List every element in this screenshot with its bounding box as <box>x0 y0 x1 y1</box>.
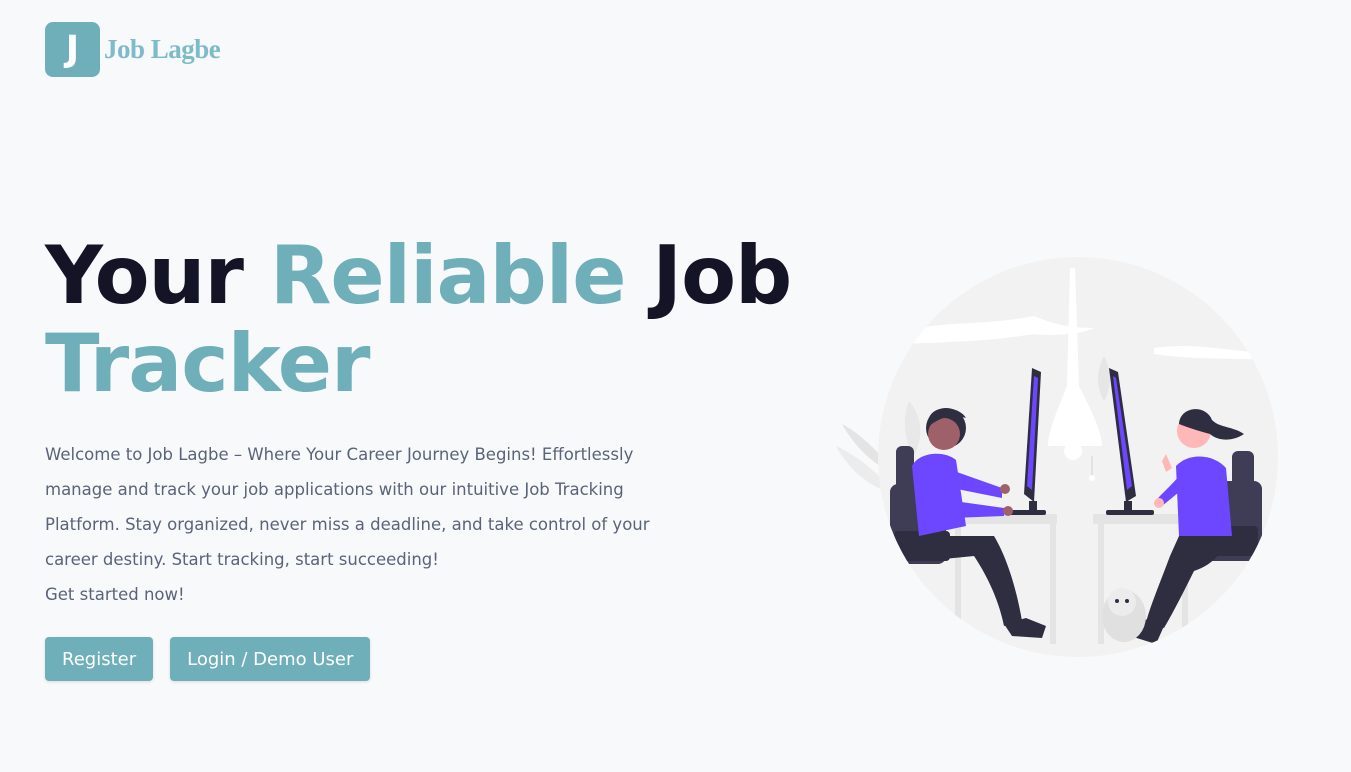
hero-intro: Welcome to Job Lagbe – Where Your Career… <box>45 437 675 612</box>
hero-description: Welcome to Job Lagbe – Where Your Career… <box>45 445 650 569</box>
hero-headline: Your Reliable Job Tracker <box>45 232 805 408</box>
logo[interactable]: J Job Lagbe <box>45 22 221 77</box>
hero-illustration <box>836 257 1278 657</box>
logo-name: Job Lagbe <box>104 34 221 64</box>
headline-part2: Job <box>625 229 792 322</box>
headline-accent-tracker: Tracker <box>45 317 370 410</box>
hero-cta-text: Get started now! <box>45 585 185 604</box>
register-button[interactable]: Register <box>45 637 154 681</box>
hero-buttons: Register Login / Demo User <box>45 637 371 681</box>
headline-accent-reliable: Reliable <box>269 229 627 322</box>
login-demo-button[interactable]: Login / Demo User <box>170 637 371 681</box>
headline-part1: Your <box>45 229 270 322</box>
hero-section: Your Reliable Job Tracker Welcome to Job… <box>45 232 805 612</box>
logo-mark: J <box>45 22 100 77</box>
